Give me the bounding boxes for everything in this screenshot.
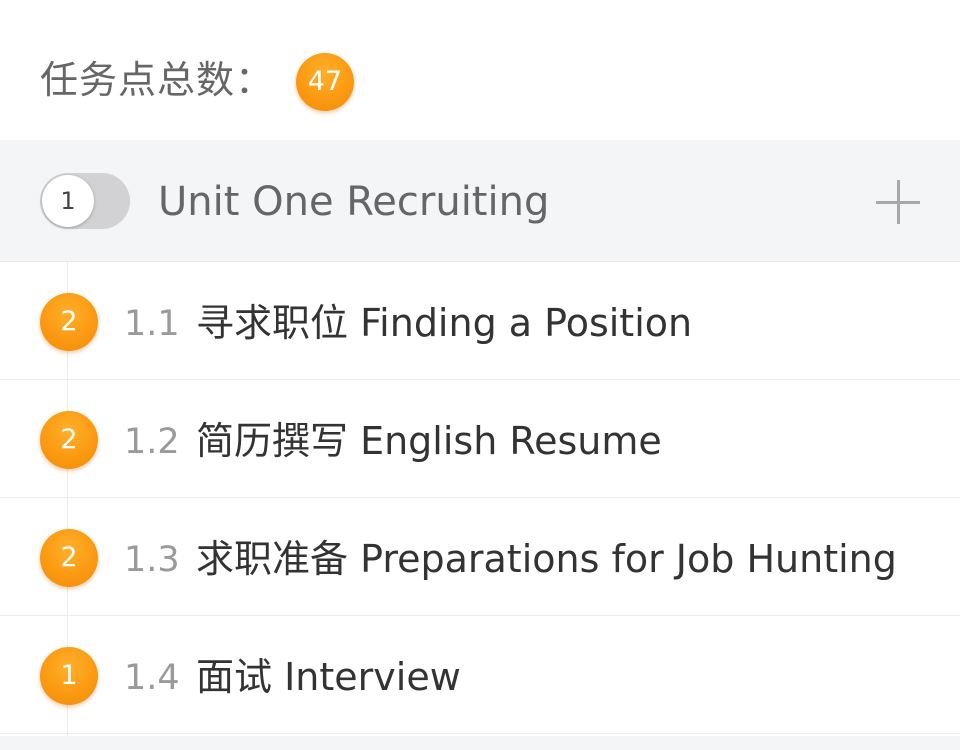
- unit-header[interactable]: 1 Unit One Recruiting: [0, 140, 960, 262]
- lesson-item-1-3[interactable]: 2 1.3 求职准备 Preparations for Job Hunting: [0, 498, 960, 616]
- plus-icon[interactable]: [876, 180, 920, 224]
- lesson-number: 1.4: [124, 658, 180, 698]
- lesson-item-1-2[interactable]: 2 1.2 简历撰写 English Resume: [0, 380, 960, 498]
- next-section-strip: [0, 736, 960, 750]
- course-chapter-page: 任务点总数： 47 1 Unit One Recruiting 2 1.1 寻求…: [0, 0, 960, 750]
- lesson-number: 1.3: [124, 540, 180, 580]
- total-tasks-row: 任务点总数： 47: [0, 0, 960, 140]
- task-count-badge: 2: [40, 411, 98, 469]
- unit-title: Unit One Recruiting: [158, 179, 550, 225]
- task-count-badge: 1: [40, 647, 98, 705]
- lesson-number: 1.1: [124, 304, 180, 344]
- task-count-badge: 2: [40, 293, 98, 351]
- unit-toggle-knob: 1: [42, 175, 94, 227]
- lesson-item-1-4[interactable]: 1 1.4 面试 Interview: [0, 616, 960, 734]
- lesson-item-1-1[interactable]: 2 1.1 寻求职位 Finding a Position: [0, 262, 960, 380]
- lesson-title: 求职准备 Preparations for Job Hunting: [196, 537, 897, 581]
- total-tasks-badge: 47: [296, 53, 354, 111]
- lesson-title: 面试 Interview: [196, 655, 461, 699]
- total-tasks-label: 任务点总数：: [40, 58, 275, 102]
- task-count-badge: 2: [40, 529, 98, 587]
- lesson-title: 寻求职位 Finding a Position: [196, 301, 693, 345]
- lesson-number: 1.2: [124, 422, 180, 462]
- unit-toggle[interactable]: 1: [40, 173, 130, 229]
- lesson-title: 简历撰写 English Resume: [196, 419, 662, 463]
